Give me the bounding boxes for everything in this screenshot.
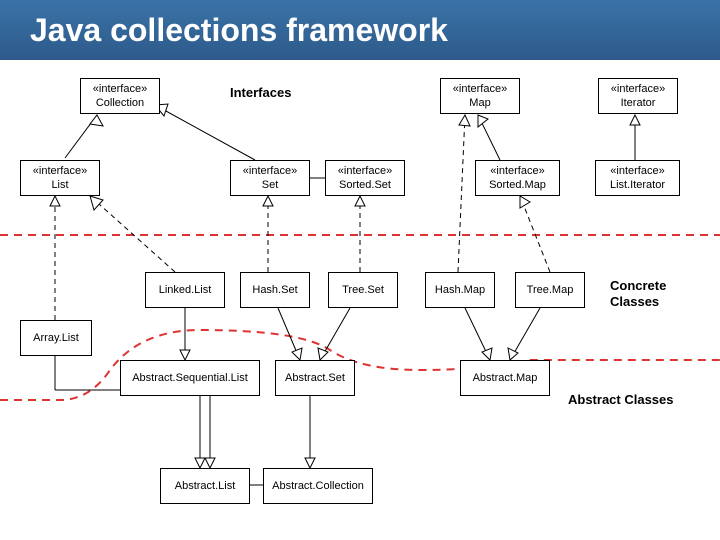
node-label: Map (443, 96, 517, 110)
section-label-interfaces: Interfaces (230, 85, 291, 100)
node-label: Hash.Set (243, 283, 307, 297)
node-treemap: Tree.Map (515, 272, 585, 308)
node-linkedlist: Linked.List (145, 272, 225, 308)
node-label: Tree.Set (331, 283, 395, 297)
node-absmap: Abstract.Map (460, 360, 550, 396)
node-listiterator: «interface» List.Iterator (595, 160, 680, 196)
node-map: «interface» Map (440, 78, 520, 114)
node-iterator: «interface» Iterator (598, 78, 678, 114)
node-label: List.Iterator (598, 178, 677, 192)
node-sortedset: «interface» Sorted.Set (325, 160, 405, 196)
page-title: Java collections framework (30, 12, 448, 49)
node-label: Abstract.Collection (266, 479, 370, 493)
node-label: Sorted.Map (478, 178, 557, 192)
stereotype: «interface» (601, 82, 675, 96)
section-label-concrete: Concrete Classes (610, 278, 666, 309)
node-label: Abstract.List (163, 479, 247, 493)
stereotype: «interface» (83, 82, 157, 96)
node-sortedmap: «interface» Sorted.Map (475, 160, 560, 196)
stereotype: «interface» (23, 164, 97, 178)
stereotype: «interface» (233, 164, 307, 178)
node-set: «interface» Set (230, 160, 310, 196)
node-arraylist: Array.List (20, 320, 92, 356)
stereotype: «interface» (598, 164, 677, 178)
node-label: Abstract.Set (278, 371, 352, 385)
node-label: Sorted.Set (328, 178, 402, 192)
node-label: Iterator (601, 96, 675, 110)
section-label-abstract: Abstract Classes (568, 392, 674, 407)
node-label: Abstract.Map (463, 371, 547, 385)
node-label: Set (233, 178, 307, 192)
node-hashmap: Hash.Map (425, 272, 495, 308)
node-label: List (23, 178, 97, 192)
stereotype: «interface» (478, 164, 557, 178)
node-abslist: Abstract.List (160, 468, 250, 504)
node-list: «interface» List (20, 160, 100, 196)
stereotype: «interface» (443, 82, 517, 96)
node-collection: «interface» Collection (80, 78, 160, 114)
title-bar: Java collections framework (0, 0, 720, 60)
node-hashset: Hash.Set (240, 272, 310, 308)
node-absseqlist: Abstract.Sequential.List (120, 360, 260, 396)
node-label: Tree.Map (518, 283, 582, 297)
node-absset: Abstract.Set (275, 360, 355, 396)
node-label: Linked.List (148, 283, 222, 297)
node-label: Abstract.Sequential.List (123, 371, 257, 385)
stereotype: «interface» (328, 164, 402, 178)
node-abscoll: Abstract.Collection (263, 468, 373, 504)
node-treeset: Tree.Set (328, 272, 398, 308)
node-label: Array.List (23, 331, 89, 345)
diagram-canvas: «interface» Collection Interfaces «inter… (0, 60, 720, 540)
node-label: Hash.Map (428, 283, 492, 297)
node-label: Collection (83, 96, 157, 110)
